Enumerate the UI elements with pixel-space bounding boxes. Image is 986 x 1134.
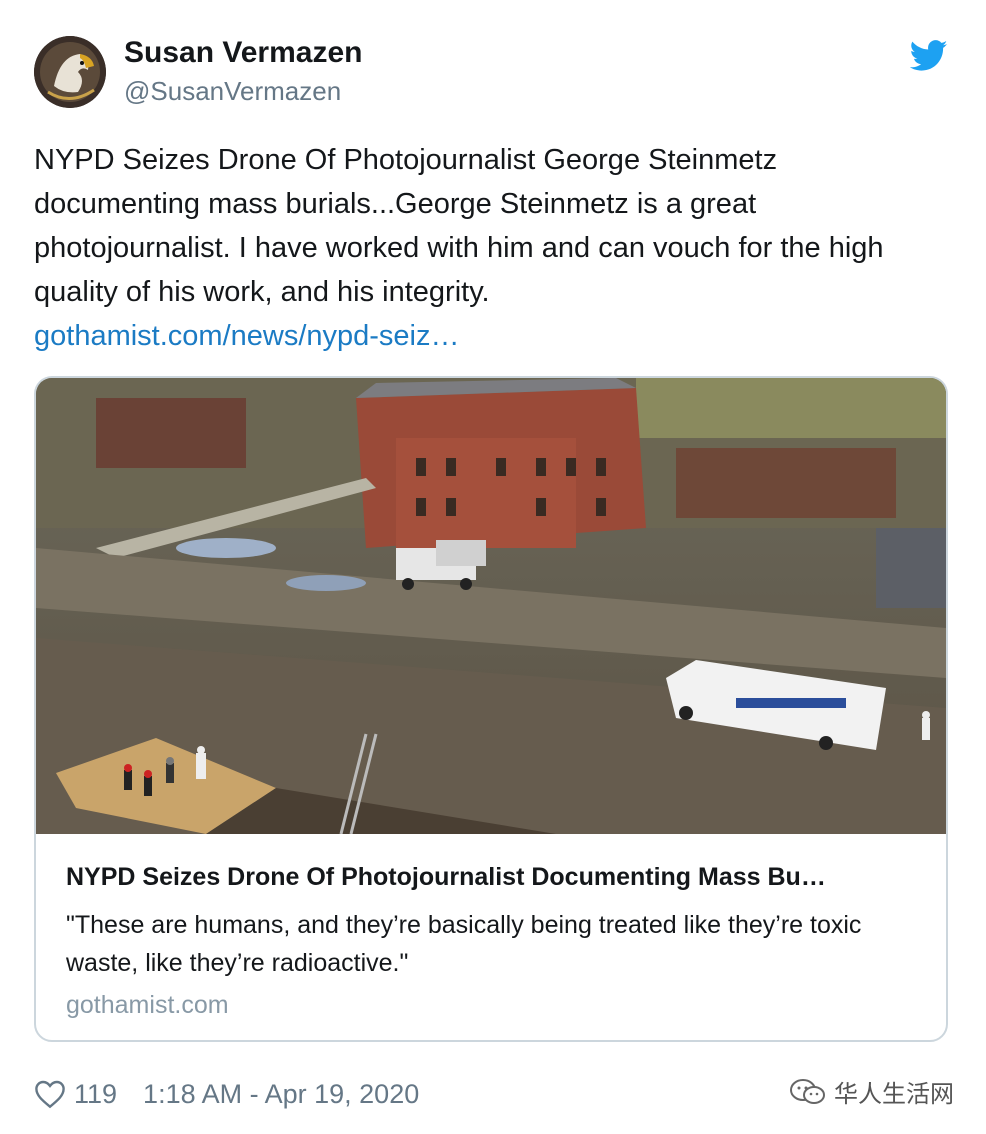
wechat-icon — [790, 1078, 825, 1104]
card-description: "These are humans, and they’re basically… — [66, 911, 862, 977]
tweet-link[interactable]: gothamist.com/news/nypd-seiz… — [34, 314, 934, 358]
card-image[interactable] — [36, 378, 946, 834]
card-title[interactable]: NYPD Seizes Drone Of Photojournalist Doc… — [66, 860, 926, 894]
avatar-eagle-image — [34, 36, 106, 108]
twitter-bird-icon[interactable] — [910, 40, 948, 72]
heart-icon[interactable] — [34, 1079, 66, 1109]
card-domain: gothamist.com — [66, 991, 229, 1019]
tweet-footer: 119 1:18 AM - Apr 19, 2020 — [34, 1074, 419, 1114]
tweet-body: NYPD Seizes Drone Of Photojournalist Geo… — [34, 144, 884, 308]
watermark-text: 华人生活网 — [834, 1081, 954, 1108]
tweet-timestamp[interactable]: 1:18 AM - Apr 19, 2020 — [143, 1079, 419, 1110]
watermark: 华人生活网 — [788, 1074, 954, 1109]
like-count[interactable]: 119 — [74, 1079, 117, 1110]
author-name[interactable]: Susan Vermazen — [124, 34, 362, 72]
link-card[interactable]: NYPD Seizes Drone Of Photojournalist Doc… — [34, 376, 948, 1042]
avatar[interactable] — [34, 36, 106, 108]
tweet-text: NYPD Seizes Drone Of Photojournalist Geo… — [34, 138, 934, 358]
author-handle[interactable]: @SusanVermazen — [124, 74, 341, 108]
